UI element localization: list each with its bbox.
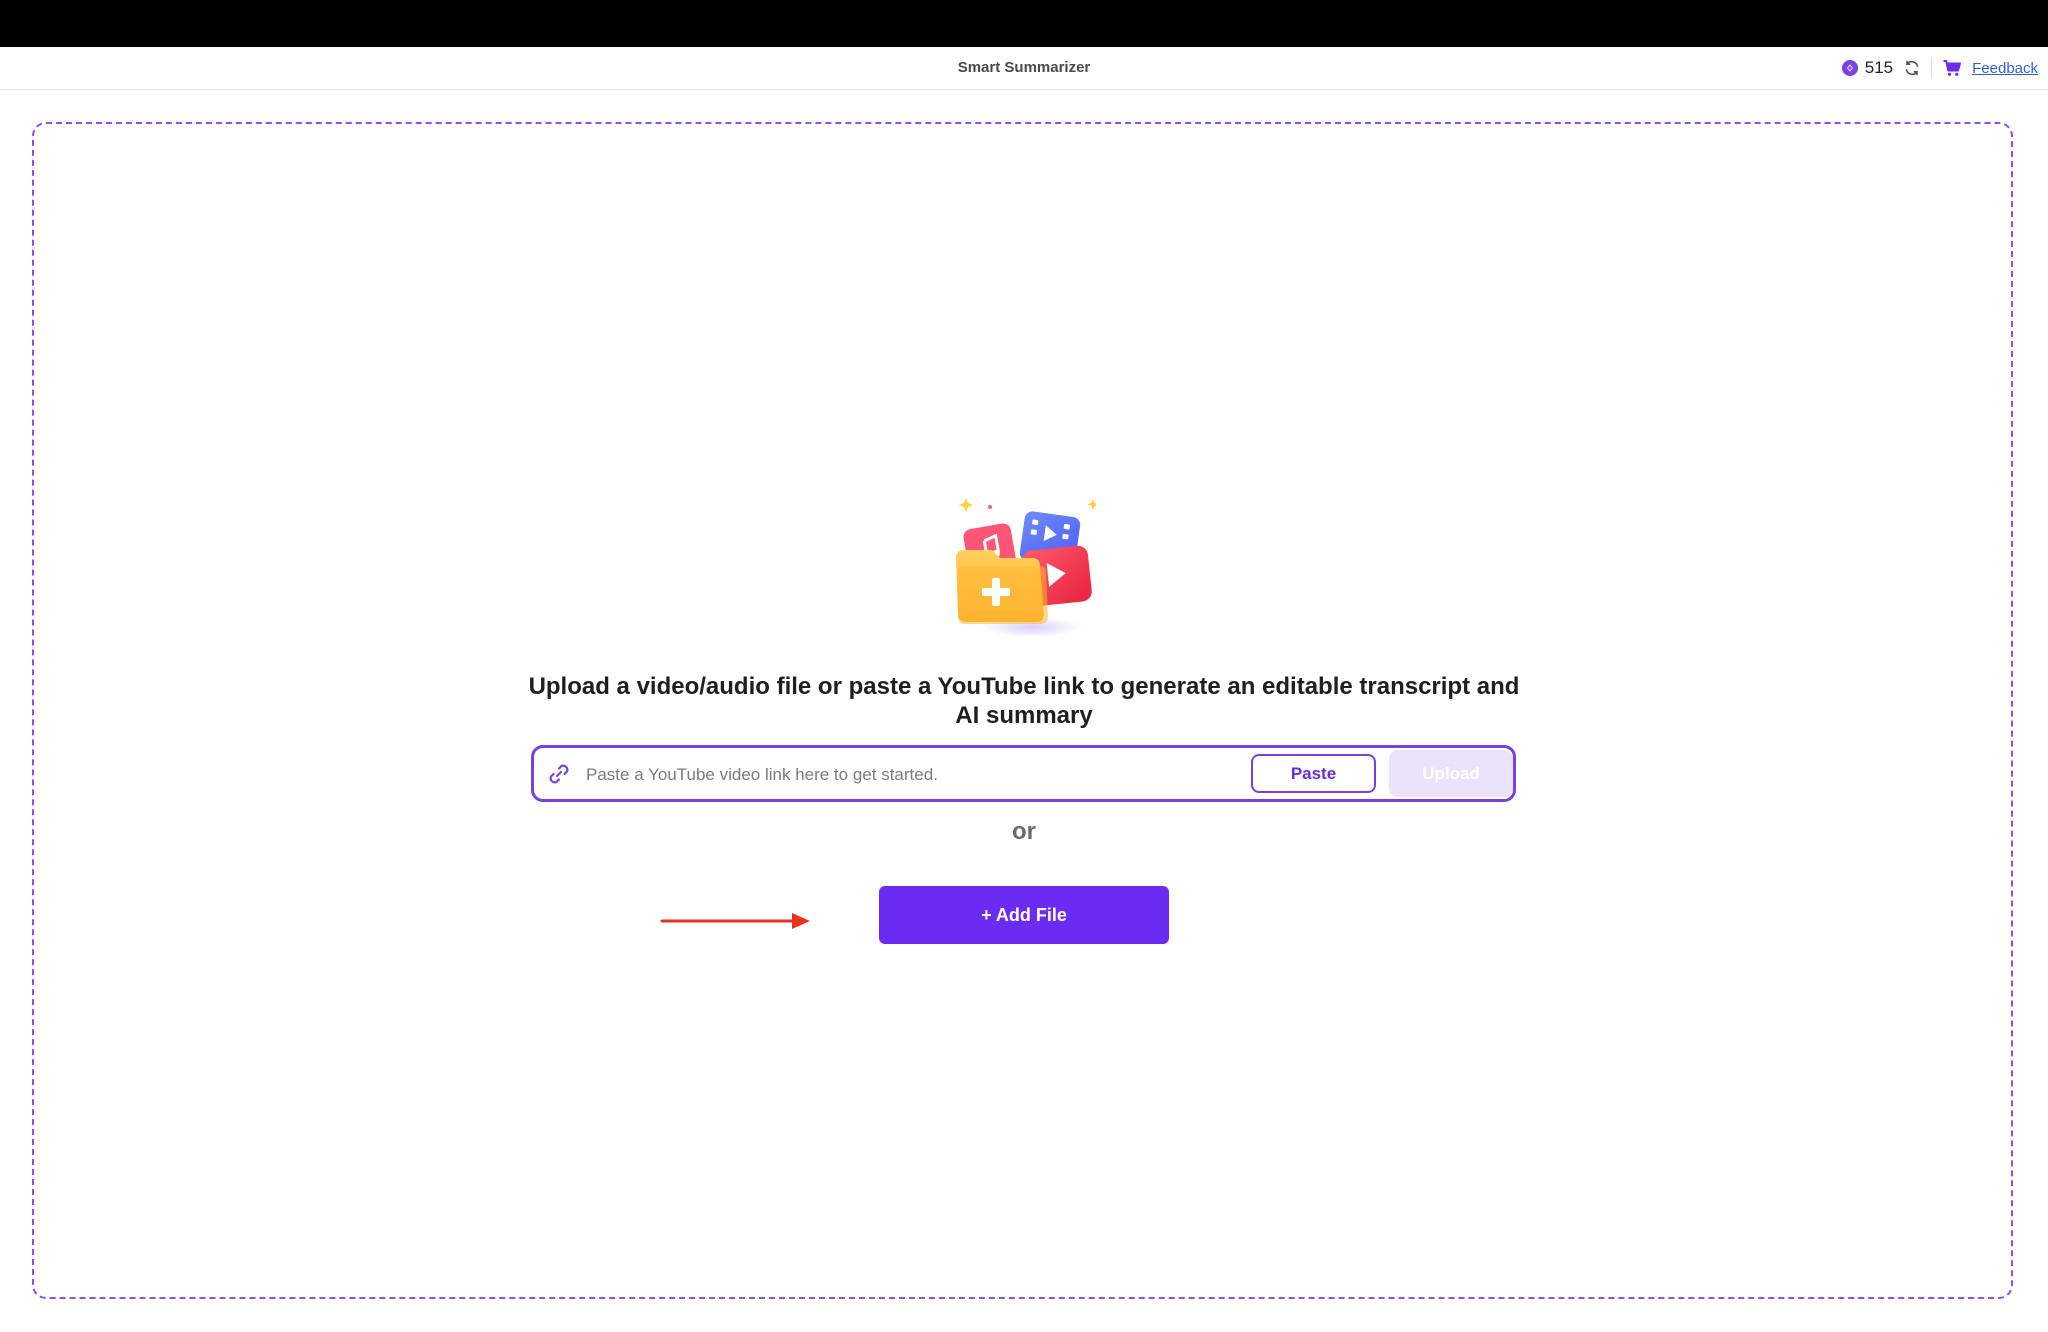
media-folder-illustration <box>952 492 1099 642</box>
youtube-link-bar: Paste Upload <box>531 745 1516 802</box>
app-header: Smart Summarizer 515 Feedback <box>0 47 2048 90</box>
app-title: Smart Summarizer <box>957 59 1091 76</box>
feedback-link[interactable]: Feedback <box>1972 60 2038 77</box>
header-actions: 515 Feedback <box>1841 47 2038 89</box>
top-black-bar <box>0 0 2048 47</box>
annotation-arrow-icon <box>660 913 810 929</box>
cart-icon[interactable] <box>1942 58 1962 78</box>
paste-button[interactable]: Paste <box>1251 754 1376 793</box>
page-headline: Upload a video/audio file or paste a You… <box>528 673 1520 729</box>
credit-count: 515 <box>1864 58 1894 77</box>
upload-button[interactable]: Upload <box>1389 750 1513 797</box>
youtube-link-input[interactable] <box>584 758 1268 792</box>
add-file-button[interactable]: + Add File <box>879 886 1169 944</box>
header-divider <box>1931 58 1933 78</box>
link-icon <box>546 761 572 787</box>
refresh-icon[interactable] <box>1903 59 1921 77</box>
or-divider-label: or <box>1012 818 1036 845</box>
credit-icon <box>1841 59 1859 77</box>
